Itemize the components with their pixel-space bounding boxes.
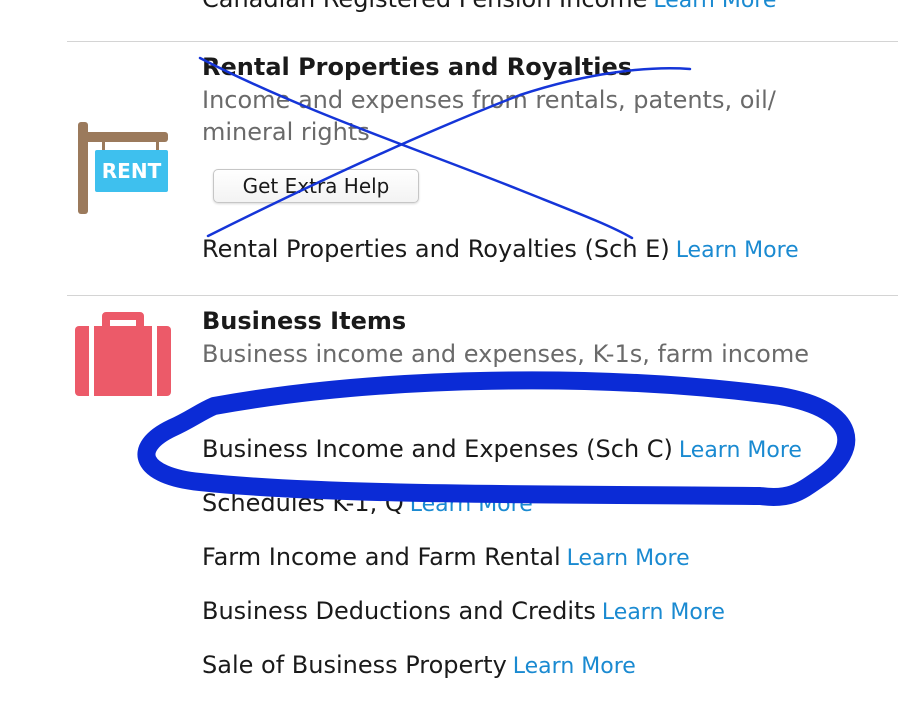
section-divider [67,41,898,42]
row-schedules-k1-q[interactable]: Schedules K-1, Q Learn More [202,488,533,520]
learn-more-link[interactable]: Learn More [513,654,636,679]
learn-more-link[interactable]: Learn More [676,238,799,263]
row-label: Farm Income and Farm Rental [202,543,561,571]
business-section-description: Business income and expenses, K-1s, farm… [202,340,809,368]
row-label: Business Income and Expenses (Sch C) [202,435,673,463]
row-label: Business Deductions and Credits [202,597,596,625]
learn-more-link[interactable]: Learn More [567,546,690,571]
row-canadian-pension: Canadian Registered Pension Income Learn … [202,0,776,16]
rental-section-description: Income and expenses from rentals, patent… [202,86,776,146]
business-section-title: Business Items [202,307,407,335]
row-label: Schedules K-1, Q [202,489,404,517]
row-business-income-sch-c[interactable]: Business Income and Expenses (Sch C) Lear… [202,434,802,466]
row-farm-income[interactable]: Farm Income and Farm Rental Learn More [202,542,690,574]
learn-more-link[interactable]: Learn More [679,438,802,463]
section-divider [67,295,898,296]
row-label: Sale of Business Property [202,651,507,679]
row-rental-sch-e[interactable]: Rental Properties and Royalties (Sch E) L… [202,234,799,266]
rent-sign-icon: RENT [72,120,172,218]
rent-sign-text: RENT [101,159,162,183]
rental-section-title: Rental Properties and Royalties [202,53,633,81]
learn-more-link[interactable]: Learn More [410,492,533,517]
briefcase-icon [75,308,171,396]
row-sale-business-property[interactable]: Sale of Business Property Learn More [202,650,636,682]
learn-more-link[interactable]: Learn More [602,600,725,625]
row-label: Canadian Registered Pension Income [202,0,647,13]
row-business-deductions[interactable]: Business Deductions and Credits Learn Mor… [202,596,725,628]
row-label: Rental Properties and Royalties (Sch E) [202,235,670,263]
learn-more-link[interactable]: Learn More [653,0,776,13]
get-extra-help-button[interactable]: Get Extra Help [213,169,419,203]
